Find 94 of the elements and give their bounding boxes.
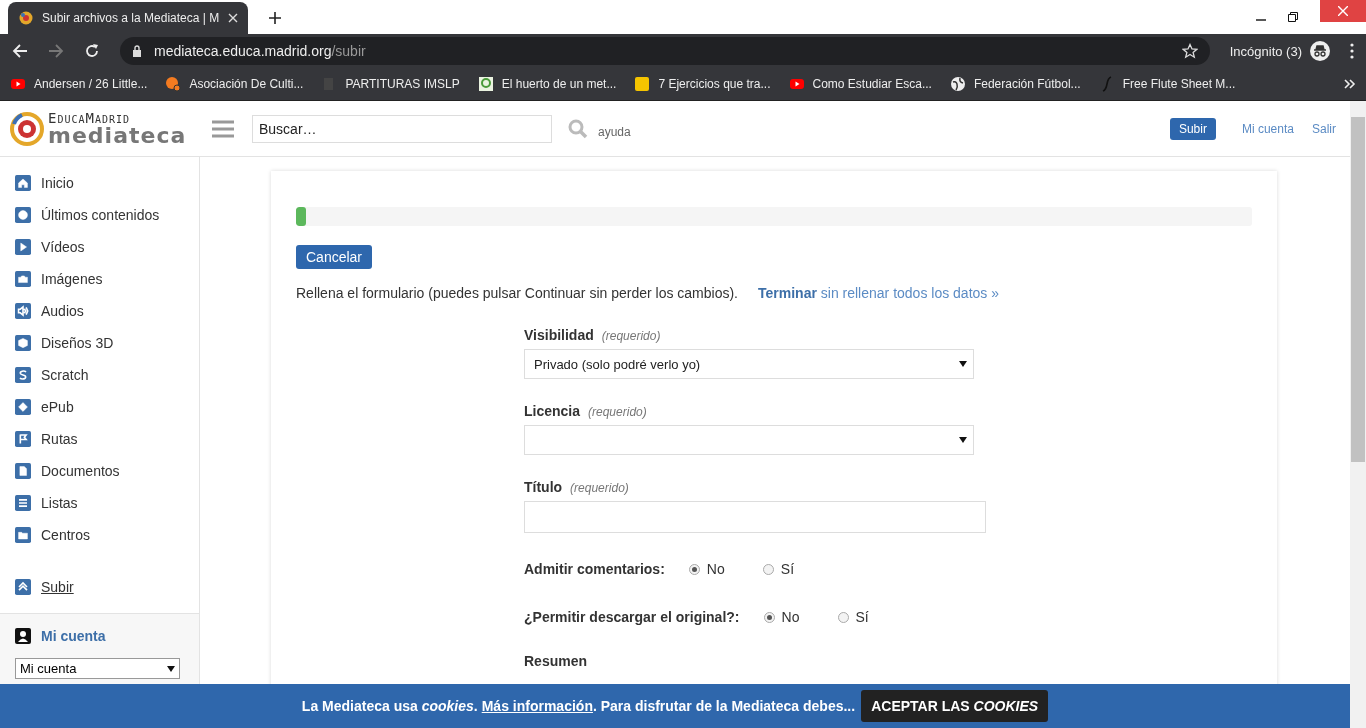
- play-icon: [15, 239, 31, 255]
- cookie-message: . Para disfrutar de la Mediateca debes...: [592, 698, 856, 714]
- dropdown-arrow-icon: [959, 361, 967, 367]
- lock-icon: [132, 45, 142, 57]
- nav-item[interactable]: Documentos: [0, 455, 199, 487]
- logout-link[interactable]: Salir: [1312, 121, 1336, 136]
- upload-icon: [15, 579, 31, 595]
- nav-item[interactable]: Scratch: [0, 359, 199, 391]
- close-icon[interactable]: [228, 13, 238, 23]
- radio-option[interactable]: Sí: [762, 561, 813, 577]
- close-icon: [1338, 6, 1348, 16]
- more-info-link[interactable]: Más información: [481, 698, 593, 714]
- dropdown-arrow-icon: [167, 665, 175, 672]
- video-play-icon: [10, 76, 26, 92]
- text-field[interactable]: [524, 501, 986, 533]
- nav-item[interactable]: Vídeos: [0, 231, 199, 263]
- brand-name: EducaMadrid: [48, 110, 132, 125]
- reload-icon[interactable]: [84, 43, 100, 59]
- search-field[interactable]: Buscar…: [252, 114, 552, 143]
- menu-icon[interactable]: [1350, 43, 1354, 59]
- back-arrow-icon[interactable]: [12, 43, 28, 59]
- flag-icon: [15, 431, 31, 447]
- site-name: mediateca: [48, 124, 187, 147]
- address-bar[interactable]: mediateca.educa.madrid.org/subir: [120, 37, 1210, 65]
- radio-option[interactable]: No: [688, 561, 739, 577]
- scrollbar[interactable]: [1350, 101, 1366, 728]
- list-icon: [15, 495, 31, 511]
- bookmark-link[interactable]: Andersen / 26 Little...: [10, 76, 148, 92]
- restore-icon[interactable]: [1288, 12, 1298, 22]
- nav-item[interactable]: ePub: [0, 391, 199, 423]
- select-field[interactable]: [524, 425, 974, 455]
- profile-label[interactable]: Incógnito (3): [1229, 43, 1302, 59]
- circle-icon: [165, 76, 182, 92]
- field-label: Título: [524, 479, 563, 495]
- chevron-icon[interactable]: [1344, 79, 1356, 89]
- field-label: ¿Permitir descargar el original?:: [524, 609, 740, 625]
- finish-link[interactable]: Terminar sin rellenar todos los datos »: [758, 285, 999, 301]
- incognito-icon[interactable]: [1310, 41, 1330, 61]
- epub-icon: [15, 399, 31, 415]
- bookmark-link[interactable]: Free Flute Sheet M...: [1098, 76, 1236, 92]
- bookmark-link[interactable]: PARTITURAS IMSLP: [321, 76, 460, 92]
- cancel-button[interactable]: Cancelar: [296, 245, 373, 269]
- bookmark-link[interactable]: Como Estudiar Esca...: [788, 76, 932, 92]
- doc-icon: [15, 463, 31, 479]
- bookmark-link[interactable]: 7 Ejercicios que tra...: [634, 76, 771, 92]
- upload-button[interactable]: Subir: [1169, 117, 1216, 140]
- browser-tab[interactable]: Subir archivos a la Mediateca | M: [8, 2, 248, 34]
- flower-logo-icon: [10, 111, 44, 146]
- square-icon: [634, 76, 651, 92]
- star-icon[interactable]: [1181, 43, 1198, 59]
- nav-item[interactable]: Listas: [0, 487, 199, 519]
- forward-arrow-icon[interactable]: [48, 43, 64, 59]
- plus-icon[interactable]: [268, 11, 282, 25]
- required-note: (requerido): [570, 481, 629, 495]
- radio-option[interactable]: No: [763, 609, 814, 625]
- audio-icon: [15, 303, 31, 319]
- scratch-icon: [15, 367, 31, 383]
- tab-title: Subir archivos a la Mediateca | M: [42, 11, 220, 25]
- account-link[interactable]: Mi cuenta: [1241, 121, 1294, 136]
- nav-item[interactable]: Diseños 3D: [0, 327, 199, 359]
- field-label: Licencia: [524, 403, 581, 419]
- cookie-message: La Mediateca usa cookies.: [301, 698, 478, 714]
- field-label: Admitir comentarios:: [524, 561, 665, 577]
- bookmark-link[interactable]: El huerto de un met...: [477, 76, 617, 92]
- folder-icon: [15, 527, 31, 543]
- map-icon: [477, 76, 494, 92]
- camera-icon: [15, 271, 31, 287]
- nav-item[interactable]: Inicio: [0, 167, 199, 199]
- upload-link[interactable]: Subir: [0, 571, 199, 603]
- field-label: Resumen: [524, 653, 589, 669]
- bookmark-link[interactable]: Asociación De Culti...: [165, 76, 304, 92]
- account-heading: Mi cuenta: [41, 628, 106, 644]
- nav-item[interactable]: Imágenes: [0, 263, 199, 295]
- nav-item[interactable]: Centros: [0, 519, 199, 551]
- instructions-text: Rellena el formulario (puedes pulsar Continuar sin perder los cambios).: [296, 285, 738, 301]
- video-play-icon: [788, 76, 805, 92]
- select-field[interactable]: Privado (solo podré verlo yo): [524, 349, 974, 379]
- flower-logo-icon: [18, 10, 34, 26]
- radio-option[interactable]: Sí: [837, 609, 888, 625]
- home-icon: [15, 175, 31, 191]
- nav-item[interactable]: Rutas: [0, 423, 199, 455]
- dropdown-arrow-icon: [959, 437, 967, 443]
- nav-item[interactable]: Audios: [0, 295, 199, 327]
- accept-cookies-button[interactable]: ACEPTAR LAS COOKIES: [861, 690, 1049, 722]
- nav-item[interactable]: Últimos contenidos: [0, 199, 199, 231]
- user-icon: [15, 628, 31, 644]
- field-label: Visibilidad: [524, 327, 594, 343]
- required-note: (requerido): [601, 329, 661, 343]
- bookmark-link[interactable]: Federación Fútbol...: [949, 76, 1081, 92]
- url-text: mediateca.educa.madrid.org/subir: [154, 43, 367, 59]
- account-select[interactable]: Mi cuenta: [15, 658, 180, 679]
- help-link[interactable]: ayuda: [598, 124, 631, 139]
- globe-icon: [949, 76, 966, 92]
- required-note: (requerido): [588, 405, 647, 419]
